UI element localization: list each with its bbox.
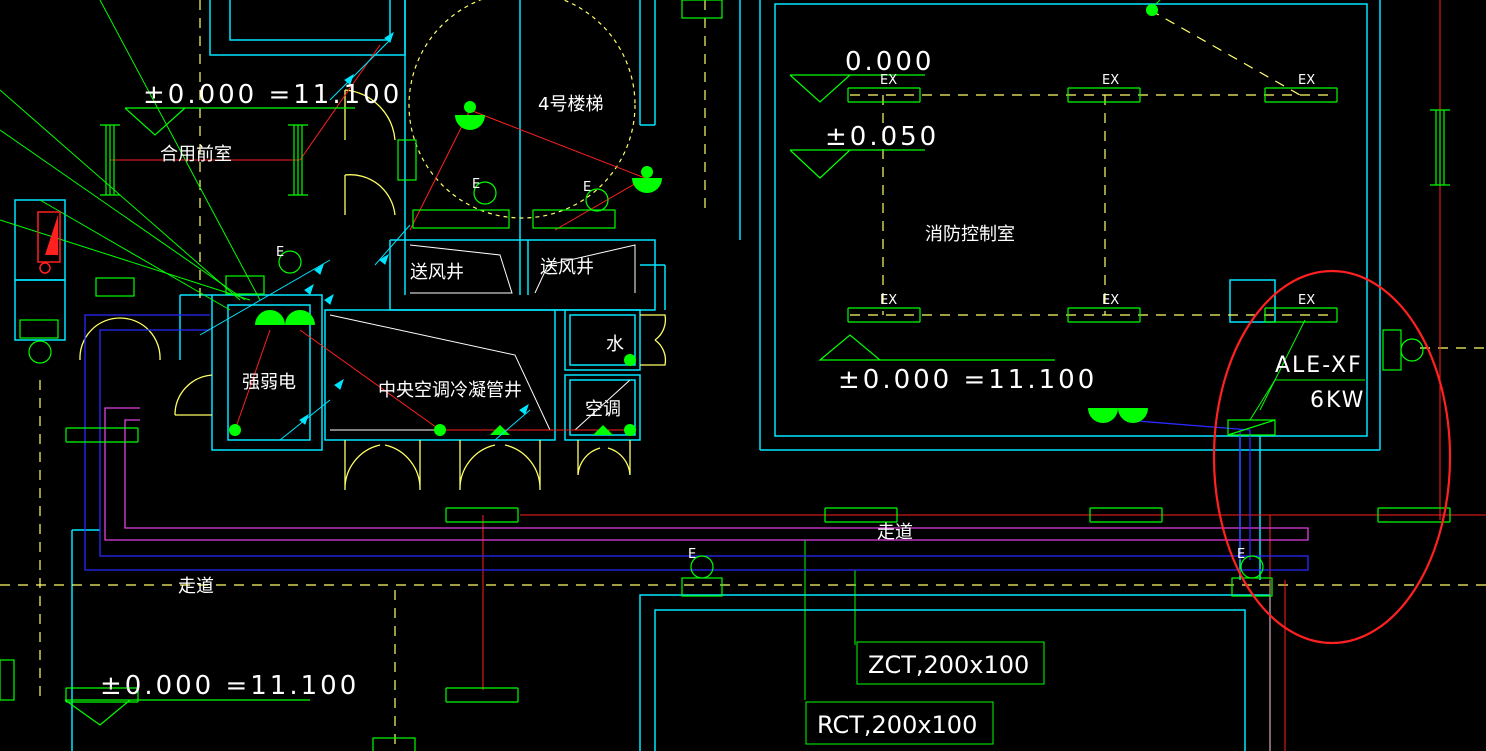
elevation-top-left: ±0.000 =11.100 (143, 80, 402, 110)
elevation-room-right-2: ±0.050 (825, 122, 939, 152)
emergency-label-4: E (688, 547, 696, 562)
magenta-duct (104, 407, 1309, 541)
emergency-label-3: E (583, 180, 591, 195)
room-supply-shaft-1: 送风井 (410, 262, 464, 283)
room-ac: 空调 (585, 399, 621, 420)
exhaust-label-5: EX (1102, 293, 1119, 308)
room-shared-lobby: 合用前室 (160, 144, 232, 165)
emergency-label-5: E (1237, 547, 1245, 562)
exhaust-label-3: EX (1298, 73, 1315, 88)
blue-duct (84, 314, 1309, 571)
red-fixture (37, 211, 61, 274)
exhaust-label-2: EX (1102, 73, 1119, 88)
dashed-lines (0, 0, 1486, 751)
room-weak-strong-elec: 强弱电 (242, 372, 296, 393)
elevation-bottom-left: ±0.000 =11.100 (100, 671, 359, 701)
room-corridor-2: 走道 (178, 576, 214, 597)
room-fire-control: 消防控制室 (925, 224, 1015, 245)
room-supply-shaft-2: 送风井 (540, 257, 594, 278)
panel-power: 6KW (1310, 388, 1365, 413)
duct-rct-label: RCT,200x100 (817, 711, 977, 739)
emergency-label-2: E (472, 177, 480, 192)
room-water: 水 (606, 334, 624, 355)
duct-zct-label: ZCT,200x100 (868, 651, 1029, 679)
cad-floor-plan: ±0.000 =11.100 0.000 ±0.050 ±0.000 =11.1… (0, 0, 1486, 751)
elevation-room-right-3: ±0.000 =11.100 (838, 365, 1097, 395)
room-stair-4: 4号楼梯 (538, 94, 603, 115)
panel-name: ALE-XF (1275, 353, 1363, 378)
emergency-label-1: E (276, 245, 284, 260)
beam-markers (0, 0, 1451, 751)
walls (14, 0, 1381, 751)
room-hvac-condensate-shaft: 中央空调冷凝管井 (378, 380, 522, 401)
exhaust-label-6: EX (1298, 293, 1315, 308)
exhaust-label-4: EX (880, 293, 897, 308)
green-lines (0, 0, 1365, 745)
room-corridor-1: 走道 (877, 522, 913, 543)
exhaust-label-1: EX (880, 73, 897, 88)
